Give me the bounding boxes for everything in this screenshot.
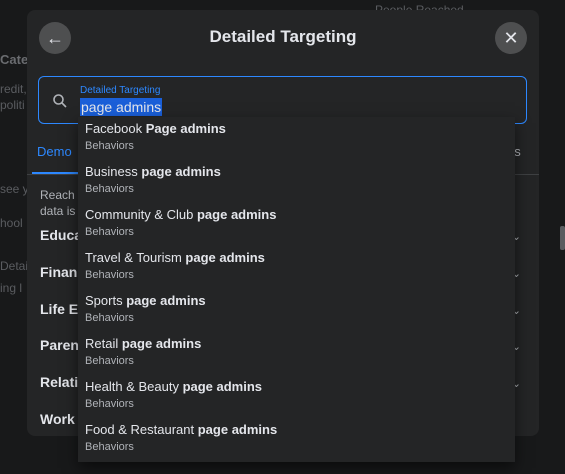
suggestion-item[interactable]: Sports page admins Behaviors xyxy=(78,289,515,332)
suggestion-name: Community & Club page admins xyxy=(85,207,277,222)
category-relationship[interactable]: Relati xyxy=(40,374,78,390)
suggestion-category: Behaviors xyxy=(85,312,134,324)
search-label: Detailed Targeting xyxy=(80,85,161,96)
bg-text-6: Detai xyxy=(0,259,29,273)
suggestion-category: Behaviors xyxy=(85,441,134,453)
tab-demographics[interactable]: Demo xyxy=(37,144,72,159)
suggestion-category: Behaviors xyxy=(85,269,134,281)
bg-scrollbar[interactable] xyxy=(560,226,565,250)
bg-text-3: politi xyxy=(0,98,25,112)
category-education[interactable]: Educa xyxy=(40,227,82,243)
suggestion-item[interactable]: Travel & Tourism page admins Behaviors xyxy=(78,246,515,289)
suggestion-name: Food & Restaurant page admins xyxy=(85,422,278,437)
suggestion-item[interactable]: Health & Beauty page admins Behaviors xyxy=(78,375,515,418)
modal-title: Detailed Targeting xyxy=(209,27,357,46)
suggestion-item[interactable]: Food & Restaurant page admins Behaviors xyxy=(78,418,515,461)
suggestion-name: Retail page admins xyxy=(85,336,202,351)
suggestion-item[interactable]: Business page admins Behaviors xyxy=(78,160,515,203)
search-suggestions-dropdown: Facebook Page admins Behaviors Business … xyxy=(78,117,515,462)
suggestion-category: Behaviors xyxy=(85,183,134,195)
bg-text-5: hool xyxy=(0,216,23,230)
search-icon xyxy=(53,94,67,108)
bg-text-4: see y xyxy=(0,182,29,196)
suggestion-category: Behaviors xyxy=(85,140,134,152)
close-icon: ✕ xyxy=(503,27,519,48)
close-button[interactable]: ✕ xyxy=(495,22,527,54)
suggestion-name: Business page admins xyxy=(85,164,221,179)
category-parents[interactable]: Paren xyxy=(40,337,79,353)
bg-text-2: redit, xyxy=(0,82,27,96)
category-financial[interactable]: Finan xyxy=(40,264,77,280)
suggestion-name: Health & Beauty page admins xyxy=(85,379,263,394)
category-work[interactable]: Work xyxy=(40,411,75,427)
search-value[interactable]: page admins xyxy=(80,98,163,116)
suggestion-category: Behaviors xyxy=(85,226,134,238)
bg-text-7: ing l xyxy=(0,281,23,295)
bg-text-1: Cate xyxy=(0,52,29,67)
suggestion-item[interactable]: Retail page admins Behaviors xyxy=(78,332,515,375)
suggestion-name: Travel & Tourism page admins xyxy=(85,250,265,265)
suggestion-category: Behaviors xyxy=(85,355,134,367)
suggestion-name: Sports page admins xyxy=(85,293,206,308)
suggestion-category: Behaviors xyxy=(85,398,134,410)
suggestion-item[interactable]: Community & Club page admins Behaviors xyxy=(78,203,515,246)
suggestion-item[interactable]: Facebook Page admins Behaviors xyxy=(78,117,515,160)
suggestion-name: Facebook Page admins xyxy=(85,121,226,136)
